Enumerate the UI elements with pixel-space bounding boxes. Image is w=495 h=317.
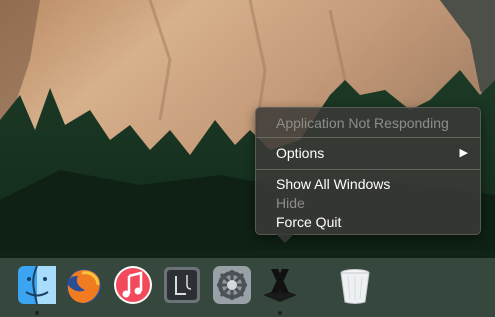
menu-item-options-label: Options [276, 145, 325, 161]
finder-icon[interactable] [17, 265, 57, 305]
submenu-arrow-icon: ▶ [459, 147, 468, 159]
menu-item-force-quit[interactable]: Force Quit [256, 212, 480, 233]
system-preferences-icon[interactable] [212, 265, 252, 305]
running-indicator [278, 311, 282, 315]
logic-pro-icon[interactable] [162, 265, 202, 305]
menu-separator [256, 137, 480, 138]
trash-icon[interactable] [335, 265, 375, 305]
menu-item-app-status: Application Not Responding [276, 115, 449, 131]
running-indicator [35, 311, 39, 315]
dock-context-menu: Application Not Responding Options ▶ Sho… [255, 107, 481, 243]
menu-item-hide: Hide [276, 195, 305, 211]
menu-item-options[interactable]: Options ▶ [256, 143, 480, 164]
menu-item-show-all-windows[interactable]: Show All Windows [256, 174, 480, 195]
firefox-icon[interactable] [64, 265, 104, 305]
itunes-icon[interactable] [113, 265, 153, 305]
menu-separator [256, 169, 480, 170]
xquartz-icon[interactable] [260, 265, 300, 305]
